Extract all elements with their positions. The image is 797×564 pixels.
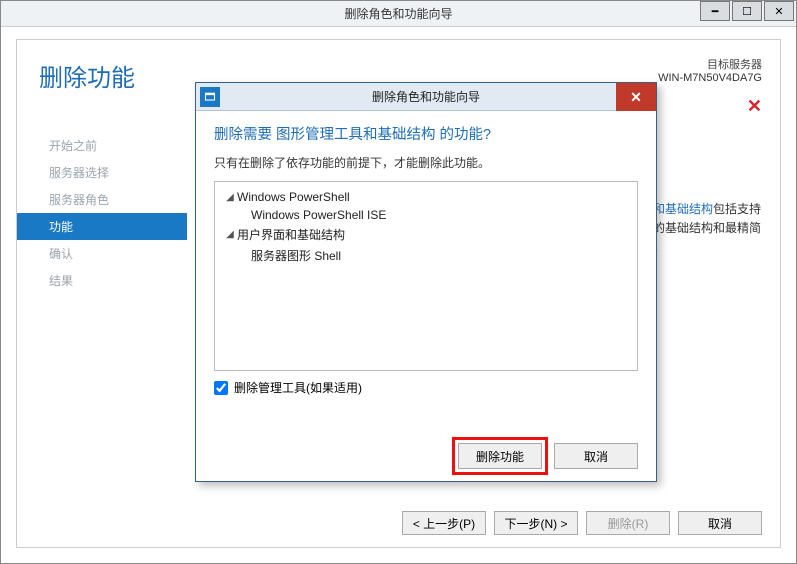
sidebar-item-2[interactable]: 服务器角色	[17, 186, 187, 213]
feature-tree[interactable]: ◢Windows PowerShellWindows PowerShell IS…	[214, 181, 638, 371]
tree-label: Windows PowerShell ISE	[251, 208, 386, 222]
tree-label: Windows PowerShell	[237, 190, 350, 204]
tree-label: 服务器图形 Shell	[251, 247, 341, 264]
caret-icon: ◢	[223, 192, 237, 203]
sidebar-item-5[interactable]: 结果	[17, 267, 187, 294]
tree-child[interactable]: Windows PowerShell ISE	[223, 206, 629, 224]
dialog-buttons: 删除功能 取消	[458, 443, 638, 469]
remove-tools-label: 删除管理工具(如果适用)	[234, 379, 362, 396]
remove-button: 删除(R)	[586, 511, 670, 535]
cancel-button[interactable]: 取消	[678, 511, 762, 535]
target-server-block: 目标服务器 WIN-M7N50V4DA7G	[658, 56, 762, 84]
dialog-description: 只有在删除了依存功能的前提下，才能删除此功能。	[214, 154, 638, 171]
sidebar-item-0[interactable]: 开始之前	[17, 132, 187, 159]
sidebar-item-1[interactable]: 服务器选择	[17, 159, 187, 186]
confirm-dialog: 删除角色和功能向导 ✕ 删除需要 图形管理工具和基础结构 的功能? 只有在删除了…	[195, 82, 657, 482]
dialog-cancel-button[interactable]: 取消	[554, 443, 638, 469]
window-title: 删除角色和功能向导	[344, 5, 452, 22]
sidebar-item-4[interactable]: 确认	[17, 240, 187, 267]
tree-child[interactable]: 服务器图形 Shell	[223, 245, 629, 266]
sidebar: 开始之前服务器选择服务器角色功能确认结果	[17, 132, 187, 294]
close-button[interactable]: ✕	[764, 1, 794, 21]
maximize-button[interactable]: ☐	[732, 1, 762, 21]
remove-tools-checkbox-row[interactable]: 删除管理工具(如果适用)	[214, 379, 638, 396]
titlebar: 删除角色和功能向导 ━ ☐ ✕	[1, 1, 796, 27]
target-label: 目标服务器	[658, 56, 762, 72]
caret-icon: ◢	[223, 229, 237, 240]
remove-tools-checkbox[interactable]	[214, 381, 228, 395]
wizard-buttons: < 上一步(P) 下一步(N) > 删除(R) 取消	[402, 511, 762, 535]
dialog-question: 删除需要 图形管理工具和基础结构 的功能?	[214, 123, 638, 144]
close-icon[interactable]: ✕	[747, 96, 762, 117]
tree-node[interactable]: ◢Windows PowerShell	[223, 188, 629, 206]
sidebar-item-3[interactable]: 功能	[17, 213, 187, 240]
tree-node[interactable]: ◢用户界面和基础结构	[223, 224, 629, 245]
target-server-name: WIN-M7N50V4DA7G	[658, 72, 762, 84]
tree-label: 用户界面和基础结构	[237, 226, 345, 243]
dialog-body: 删除需要 图形管理工具和基础结构 的功能? 只有在删除了依存功能的前提下，才能删…	[196, 111, 656, 406]
minimize-button[interactable]: ━	[700, 1, 730, 21]
dialog-close-button[interactable]: ✕	[616, 83, 656, 111]
app-icon	[200, 87, 220, 107]
dialog-title: 删除角色和功能向导	[372, 88, 480, 105]
window-controls: ━ ☐ ✕	[700, 1, 796, 21]
prev-button[interactable]: < 上一步(P)	[402, 511, 486, 535]
next-button[interactable]: 下一步(N) >	[494, 511, 578, 535]
dialog-titlebar: 删除角色和功能向导 ✕	[196, 83, 656, 111]
dialog-remove-button[interactable]: 删除功能	[458, 443, 542, 469]
